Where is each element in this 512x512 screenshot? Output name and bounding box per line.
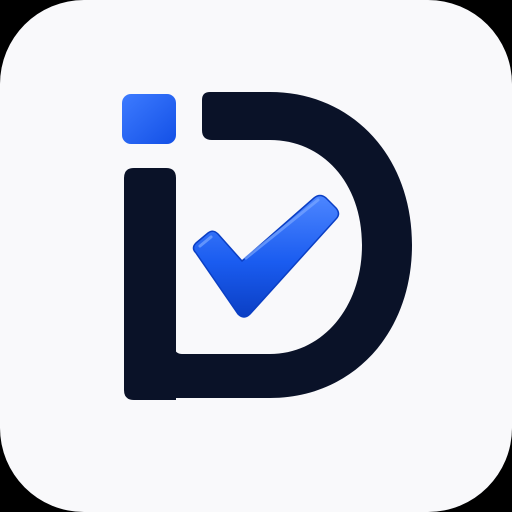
- app-icon-tile[interactable]: [0, 0, 512, 512]
- i-dot-icon: [122, 94, 176, 144]
- id-check-logo: [122, 92, 412, 400]
- checkmark-icon: [192, 194, 340, 318]
